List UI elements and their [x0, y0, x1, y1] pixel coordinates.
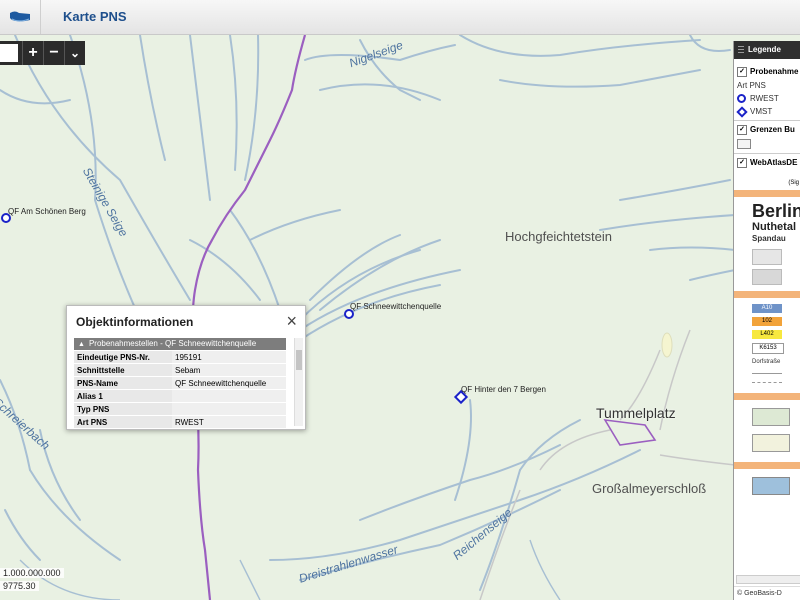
attr-key: Eindeutige PNS-Nr.: [74, 351, 172, 364]
close-icon[interactable]: ×: [286, 311, 297, 332]
legend-item-vmst: VMST: [734, 105, 800, 118]
legend-item-label: VMST: [750, 107, 773, 116]
legend-item-label: RWEST: [750, 94, 779, 103]
checkbox-checked-icon[interactable]: ✓: [737, 124, 747, 135]
legend-boundary-swatch: [734, 137, 800, 151]
app-header: Karte PNS: [0, 0, 800, 35]
attr-key: Typ PNS: [74, 402, 172, 416]
place-label-tummelplatz: Tummelplatz: [596, 405, 676, 421]
legend-header[interactable]: Legende: [734, 41, 800, 59]
attr-key: Art PNS: [74, 415, 172, 429]
attr-value: 195191: [172, 351, 286, 364]
scale-value: 9775.30: [0, 581, 39, 591]
legend-sig-text: (Sig: [788, 180, 799, 186]
legend-layer-label: WebAtlasDE: [750, 158, 798, 167]
zoom-toolbar: + − ⌄: [0, 41, 85, 65]
road-legend-102: 102: [752, 317, 782, 326]
line-symbol: [752, 382, 782, 383]
table-row: Eindeutige PNS-Nr. 195191: [74, 351, 286, 364]
attribute-table: Eindeutige PNS-Nr. 195191 Schnittstelle Se…: [74, 351, 286, 429]
legend-horizontal-scrollbar[interactable]: [736, 575, 800, 584]
legend-layer-label: Probenahme: [750, 67, 799, 76]
table-row: Schnittstelle Sebam: [74, 363, 286, 377]
circle-marker-icon: [737, 94, 746, 104]
attr-value: RWEST: [172, 415, 286, 429]
scale-denominator: 1.000.000.000: [0, 568, 64, 578]
line-symbol: [752, 373, 782, 374]
landuse-swatch: [752, 408, 790, 426]
legend-layer-label: Grenzen Bu: [750, 125, 795, 134]
zoom-in-button[interactable]: +: [22, 41, 43, 65]
table-row: Art PNS RWEST: [74, 415, 286, 429]
chevron-down-icon[interactable]: ⌄: [64, 41, 85, 65]
attr-value: QF Schneewittchenquelle: [172, 376, 286, 390]
road-legend-dorfstrasse: Dorfstraße: [752, 359, 781, 365]
legend-city-berlin: Berlin: [752, 201, 800, 221]
legend-band: [734, 462, 800, 469]
diamond-marker-icon: [736, 106, 748, 118]
place-label-hochgfeichtetstein: Hochgfeichtetstein: [505, 229, 612, 244]
checkbox-checked-icon[interactable]: ✓: [737, 66, 747, 77]
popup-section-header[interactable]: ▲ Probenahmestellen - QF Schneewittchenqu…: [74, 338, 286, 350]
chevron-up-icon: ▲: [78, 341, 85, 348]
legend-band: [734, 393, 800, 400]
legend-district-spandau: Spandau: [752, 234, 786, 243]
boundary-swatch: [737, 139, 751, 149]
point-label: QF Am Schönen Berg: [8, 207, 86, 216]
divider: [734, 120, 800, 121]
popup-title: Objektinformationen: [76, 315, 194, 329]
table-row: Alias 1: [74, 389, 286, 403]
road-legend-l402: L402: [752, 330, 782, 339]
attr-key: Alias 1: [74, 389, 172, 403]
legend-town-nuthetal: Nuthetal: [752, 221, 796, 233]
attr-value: Sebam: [172, 363, 286, 377]
legend-title: Legende: [748, 45, 781, 54]
table-row: PNS-Name QF Schneewittchenquelle: [74, 376, 286, 390]
divider: [734, 153, 800, 154]
landuse-swatch: [752, 434, 790, 452]
page-title: Karte PNS: [63, 9, 127, 24]
attr-key: Schnittstelle: [74, 363, 172, 377]
attr-key: PNS-Name: [74, 376, 172, 390]
legend-band: [734, 291, 800, 298]
legend-layer-probenahme[interactable]: ✓ Probenahme: [734, 65, 800, 79]
object-info-popup: Objektinformationen × ▲ Probenahmestellen…: [66, 305, 306, 430]
legend-item-rwest: RWEST: [734, 92, 800, 105]
attr-value: [172, 389, 286, 403]
place-label-grossalmeyerschloss: Großalmeyerschloß: [592, 481, 707, 496]
attr-value: [172, 402, 286, 416]
settlement-swatch: [752, 269, 782, 285]
scrollbar-thumb[interactable]: [296, 350, 302, 370]
legend-panel: Legende ✓ Probenahme Art PNS RWEST VMST ✓…: [733, 41, 800, 600]
legend-art-pns-label: Art PNS: [737, 81, 766, 90]
road-legend-k6153: K6153: [752, 343, 784, 354]
zoom-out-button[interactable]: −: [43, 41, 64, 65]
water-swatch: [752, 477, 790, 495]
road-legend-a10: A10: [752, 304, 782, 313]
scale-input[interactable]: [0, 44, 18, 62]
point-label: QF Schneewittchenquelle: [350, 302, 442, 311]
point-label: QF Hinter den 7 Bergen: [461, 385, 546, 394]
pns-logo-icon[interactable]: [0, 0, 41, 34]
table-row: Typ PNS: [74, 402, 286, 416]
legend-layer-webatlas[interactable]: ✓ WebAtlasDE: [734, 156, 800, 170]
legend-layer-grenzen[interactable]: ✓ Grenzen Bu: [734, 123, 800, 137]
drag-handle-icon[interactable]: [738, 46, 744, 54]
popup-scrollbar[interactable]: [294, 338, 303, 426]
checkbox-checked-icon[interactable]: ✓: [737, 157, 747, 168]
settlement-swatch: [752, 249, 782, 265]
legend-band: [734, 190, 800, 197]
copyright-notice: © GeoBasis-D: [734, 586, 800, 600]
popup-section-title: Probenahmestellen - QF Schneewittchenque…: [88, 339, 257, 348]
